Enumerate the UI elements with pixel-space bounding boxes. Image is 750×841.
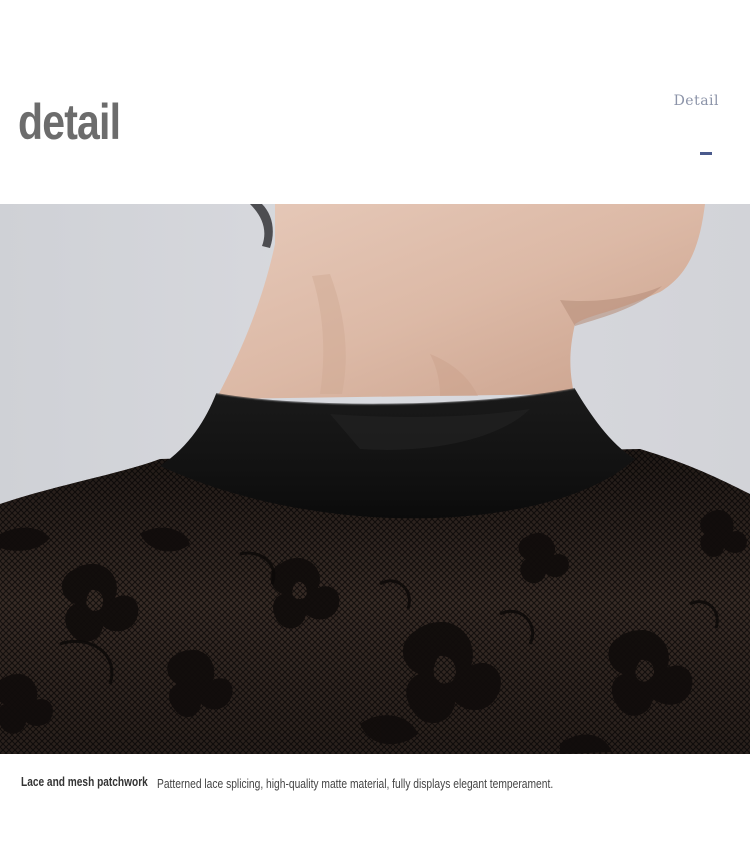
- product-detail-photo: [0, 204, 750, 754]
- accent-dash: [700, 152, 712, 155]
- caption-section: Lace and mesh patchwork Patterned lace s…: [0, 754, 750, 841]
- page-title: detail: [18, 94, 121, 150]
- page-subtitle: Detail: [673, 93, 719, 109]
- caption-highlight: Lace and mesh patchwork: [21, 774, 148, 789]
- header-section: detail Detail: [0, 0, 750, 204]
- caption-text: Patterned lace splicing, high-quality ma…: [157, 776, 554, 791]
